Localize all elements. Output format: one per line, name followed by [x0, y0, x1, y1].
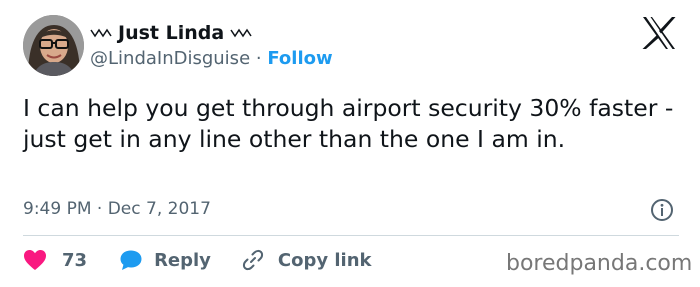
- info-icon[interactable]: [650, 198, 674, 222]
- reply-bubble-icon: [119, 249, 143, 271]
- tweet-timestamp[interactable]: 9:49 PM · Dec 7, 2017: [23, 199, 211, 219]
- reply-label: Reply: [154, 249, 211, 271]
- heart-icon: [23, 249, 47, 271]
- handle-separator: ·: [255, 48, 262, 69]
- avatar-photo: [23, 15, 84, 76]
- tweet-date: Dec 7, 2017: [107, 199, 211, 219]
- squiggle-icon: [230, 24, 252, 42]
- reply-button[interactable]: Reply: [119, 249, 211, 271]
- watermark: boredpanda.com: [506, 251, 693, 276]
- copy-link-button[interactable]: Copy link: [241, 248, 372, 272]
- divider: [23, 235, 679, 236]
- action-bar: 73 Reply Copy link: [23, 246, 372, 274]
- follow-button[interactable]: Follow: [267, 48, 332, 69]
- display-name[interactable]: Just Linda: [118, 22, 224, 44]
- squiggle-icon: [90, 24, 112, 42]
- tweet-text: I can help you get through airport secur…: [23, 94, 674, 153]
- like-count: 73: [62, 249, 88, 271]
- author-name-row: Just Linda: [90, 20, 252, 46]
- link-icon: [241, 248, 265, 272]
- tweet-time: 9:49 PM: [23, 199, 92, 219]
- handle-row: @LindaInDisguise · Follow: [90, 48, 333, 69]
- like-button[interactable]: 73: [23, 249, 87, 271]
- timestamp-separator: ·: [96, 199, 103, 219]
- x-logo-icon[interactable]: [641, 16, 677, 50]
- user-handle[interactable]: @LindaInDisguise: [90, 48, 250, 69]
- copy-link-label: Copy link: [277, 249, 372, 271]
- avatar[interactable]: [23, 15, 84, 76]
